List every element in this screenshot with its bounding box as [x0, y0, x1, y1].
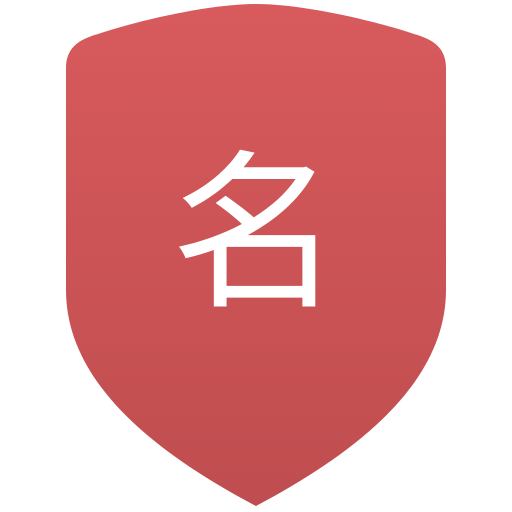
shield-shape — [66, 4, 446, 506]
app-icon: 名 — [0, 0, 512, 512]
shield-icon — [66, 4, 446, 506]
